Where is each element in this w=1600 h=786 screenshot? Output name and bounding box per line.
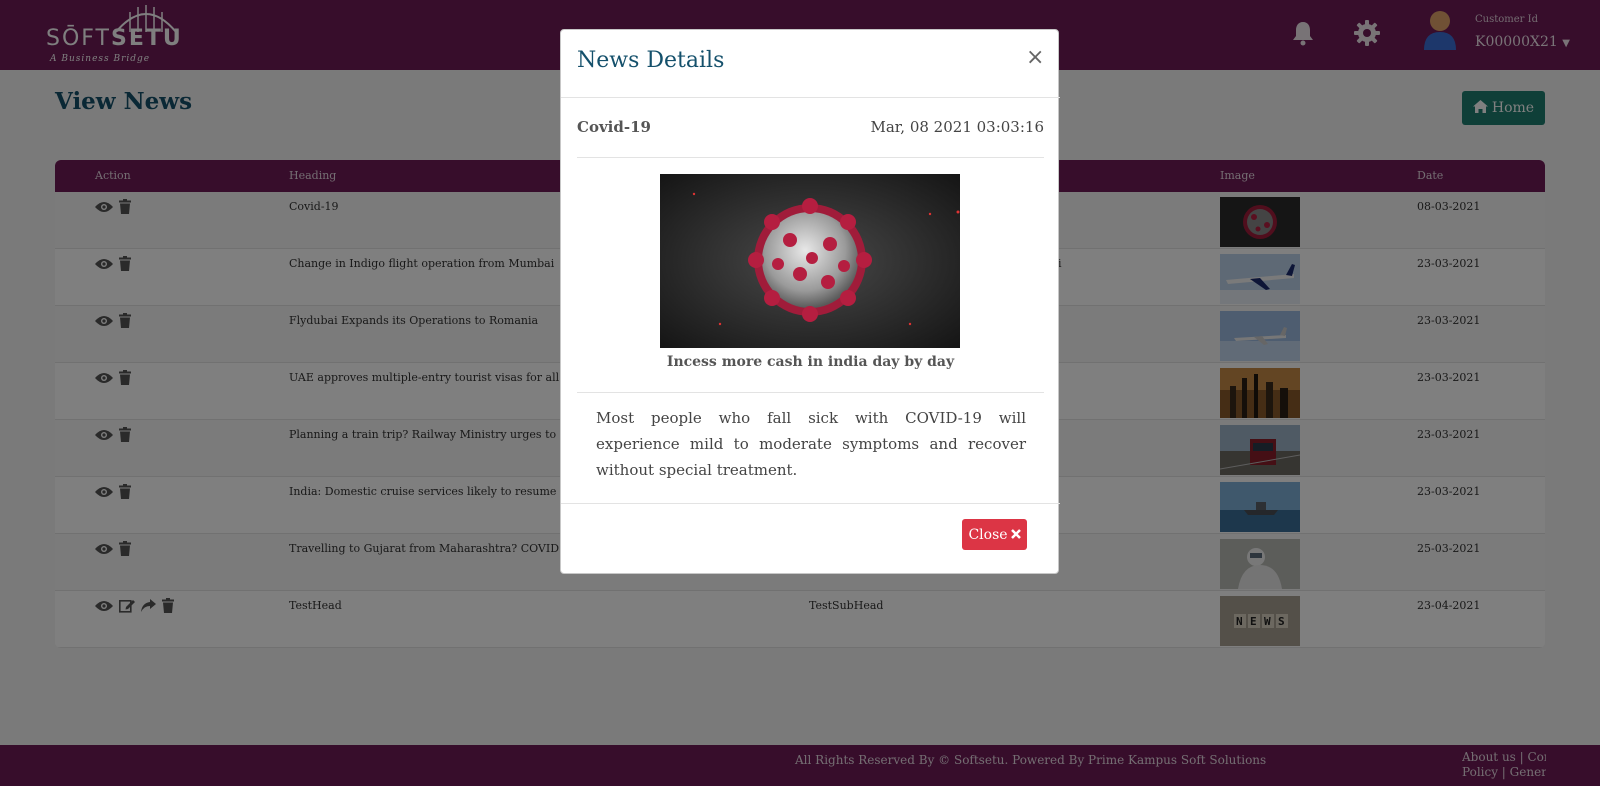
modal-footer-divider: [561, 503, 1060, 504]
modal-news-datetime: Mar, 08 2021 03:03:16: [870, 118, 1044, 136]
news-image-caption: Incess more cash in india day by day: [666, 354, 955, 370]
news-image-covid: [660, 174, 960, 348]
modal-news-body: Most people who fall sick with COVID-19 …: [596, 409, 1026, 479]
modal-title: News Details: [577, 48, 725, 73]
close-icon[interactable]: ×: [1026, 45, 1044, 70]
news-details-modal: News Details × Covid-19 Mar, 08 2021 03:…: [560, 29, 1060, 574]
modal-divider: [577, 157, 1044, 158]
modal-close-button[interactable]: Close: [962, 519, 1027, 550]
modal-divider: [577, 392, 1044, 393]
times-icon: [1010, 527, 1021, 543]
modal-header-divider: [561, 97, 1060, 98]
modal-news-heading: Covid-19: [577, 118, 651, 136]
close-button-label: Close: [968, 526, 1008, 543]
